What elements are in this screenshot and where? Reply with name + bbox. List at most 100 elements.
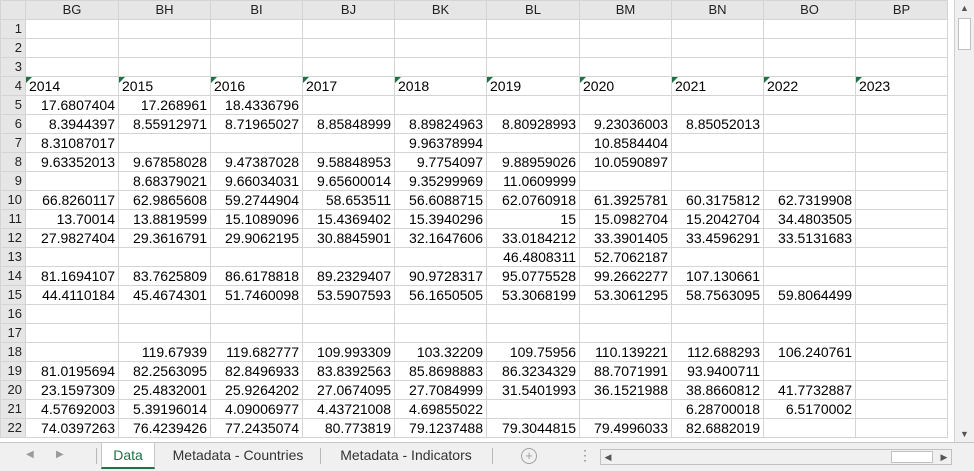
scroll-right-icon[interactable]: ▶ [937,450,951,464]
column-header-bg[interactable]: BG [25,0,119,20]
cell-bp13[interactable] [855,247,948,267]
cell-bi19[interactable]: 82.8496933 [210,361,303,381]
cell-bl15[interactable]: 53.3068199 [486,285,580,305]
cell-bi5[interactable]: 18.4336796 [210,95,303,115]
cell-bp14[interactable] [855,266,948,286]
cell-bo12[interactable]: 33.5131683 [763,228,856,248]
cell-bp6[interactable] [855,114,948,134]
cell-bg3[interactable] [25,57,119,77]
cell-bg4[interactable]: 2014 [25,76,119,96]
cell-bi12[interactable]: 29.9062195 [210,228,303,248]
row-header[interactable]: 6 [0,114,26,134]
cell-bn12[interactable]: 33.4596291 [671,228,764,248]
sheet-tab-metadata-indicators[interactable]: Metadata - Indicators [324,443,488,469]
column-header-bk[interactable]: BK [394,0,487,20]
cell-bl12[interactable]: 33.0184212 [486,228,580,248]
cell-bo19[interactable] [763,361,856,381]
cell-bn16[interactable] [671,304,764,324]
cell-bj11[interactable]: 15.4369402 [302,209,395,229]
cell-bj17[interactable] [302,323,395,343]
cell-bo6[interactable] [763,114,856,134]
row-header[interactable]: 14 [0,266,26,286]
row-header[interactable]: 8 [0,152,26,172]
cell-bm5[interactable] [579,95,672,115]
cell-bh19[interactable]: 82.2563095 [118,361,211,381]
cell-bi22[interactable]: 77.2435074 [210,418,303,438]
cell-bk9[interactable]: 9.35299969 [394,171,487,191]
cell-bn2[interactable] [671,38,764,58]
cell-bl10[interactable]: 62.0760918 [486,190,580,210]
cell-bl11[interactable]: 15 [486,209,580,229]
cell-bg15[interactable]: 44.4110184 [25,285,119,305]
cell-bh20[interactable]: 25.4832001 [118,380,211,400]
cell-bj4[interactable]: 2017 [302,76,395,96]
cell-bo13[interactable] [763,247,856,267]
cell-bl9[interactable]: 11.0609999 [486,171,580,191]
cell-bg17[interactable] [25,323,119,343]
cell-bk4[interactable]: 2018 [394,76,487,96]
cell-bh21[interactable]: 5.39196014 [118,399,211,419]
cell-bh14[interactable]: 83.7625809 [118,266,211,286]
column-header-bp[interactable]: BP [855,0,948,20]
cell-bn18[interactable]: 112.688293 [671,342,764,362]
cell-bm16[interactable] [579,304,672,324]
cell-bk5[interactable] [394,95,487,115]
cell-bh6[interactable]: 8.55912971 [118,114,211,134]
row-header[interactable]: 5 [0,95,26,115]
cell-bn7[interactable] [671,133,764,153]
cell-bi7[interactable] [210,133,303,153]
cell-bh2[interactable] [118,38,211,58]
cell-bm4[interactable]: 2020 [579,76,672,96]
cell-bk16[interactable] [394,304,487,324]
scroll-left-icon[interactable]: ◀ [601,450,615,464]
cell-bm6[interactable]: 9.23036003 [579,114,672,134]
cell-bi14[interactable]: 86.6178818 [210,266,303,286]
cell-bi15[interactable]: 51.7460098 [210,285,303,305]
cell-bj20[interactable]: 27.0674095 [302,380,395,400]
cell-bi2[interactable] [210,38,303,58]
cell-bi16[interactable] [210,304,303,324]
cell-bk2[interactable] [394,38,487,58]
row-header[interactable]: 12 [0,228,26,248]
horizontal-scroll-thumb[interactable] [891,451,933,463]
cell-bg20[interactable]: 23.1597309 [25,380,119,400]
cell-bo4[interactable]: 2022 [763,76,856,96]
cell-bh11[interactable]: 13.8819599 [118,209,211,229]
row-header[interactable]: 17 [0,323,26,343]
cell-bn19[interactable]: 93.9400711 [671,361,764,381]
cell-bk21[interactable]: 4.69855022 [394,399,487,419]
row-header[interactable]: 9 [0,171,26,191]
cell-bg5[interactable]: 17.6807404 [25,95,119,115]
cell-bh10[interactable]: 62.9865608 [118,190,211,210]
cell-bo10[interactable]: 62.7319908 [763,190,856,210]
cell-bn15[interactable]: 58.7563095 [671,285,764,305]
cell-bn3[interactable] [671,57,764,77]
cell-bm15[interactable]: 53.3061295 [579,285,672,305]
cell-bp8[interactable] [855,152,948,172]
cell-bn21[interactable]: 6.28700018 [671,399,764,419]
cell-bg16[interactable] [25,304,119,324]
cell-bn17[interactable] [671,323,764,343]
cell-bk15[interactable]: 56.1650505 [394,285,487,305]
cell-bm9[interactable] [579,171,672,191]
select-all-corner[interactable] [0,0,26,20]
cell-bh12[interactable]: 29.3616791 [118,228,211,248]
cell-bi20[interactable]: 25.9264202 [210,380,303,400]
cell-bh3[interactable] [118,57,211,77]
cell-bj12[interactable]: 30.8845901 [302,228,395,248]
cell-bi10[interactable]: 59.2744904 [210,190,303,210]
cell-bk8[interactable]: 9.7754097 [394,152,487,172]
cell-bl3[interactable] [486,57,580,77]
row-header[interactable]: 18 [0,342,26,362]
prev-sheet-icon[interactable]: ◀ [26,449,34,460]
cell-bk13[interactable] [394,247,487,267]
cell-bn5[interactable] [671,95,764,115]
cell-bl4[interactable]: 2019 [486,76,580,96]
cell-bo1[interactable] [763,19,856,39]
row-header[interactable]: 7 [0,133,26,153]
cell-bl2[interactable] [486,38,580,58]
cell-bm2[interactable] [579,38,672,58]
column-header-bn[interactable]: BN [671,0,764,20]
cell-bm11[interactable]: 15.0982704 [579,209,672,229]
cell-bo9[interactable] [763,171,856,191]
